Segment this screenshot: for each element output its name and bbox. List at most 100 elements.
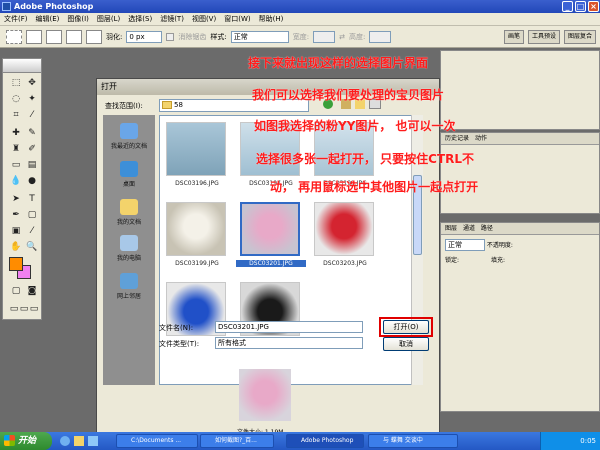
tab-brushes[interactable]: 画笔 [503,29,524,44]
standard-mode-icon[interactable]: ▢ [9,285,23,297]
blend-mode-select[interactable]: 正常 [445,239,485,251]
marquee-preset-icon[interactable] [6,29,22,44]
my-computer-icon [120,235,138,251]
annotation-line-3: 如图我选择的粉YY图片， 也可以一次 [254,119,456,133]
place-label: 桌面 [122,181,135,188]
file-name[interactable]: DSC03196.JPG [162,180,232,187]
menu-view[interactable]: 视图(V) [188,14,220,24]
menu-filter[interactable]: 滤镜(T) [156,14,188,24]
file-thumbnail-selected[interactable] [240,202,300,256]
pen-tool-icon[interactable]: ✒ [9,209,23,221]
width-input[interactable] [313,30,336,43]
minimize-button[interactable]: _ [562,1,573,12]
filetype-label: 文件类型(T): [159,340,200,348]
place-desktop[interactable]: 桌面 [103,161,155,188]
place-network[interactable]: 网上邻居 [103,273,155,300]
style-select[interactable]: 正常 [230,30,289,43]
move-tool-icon[interactable]: ✥ [25,77,39,89]
crop-tool-icon[interactable]: ⌗ [9,109,23,121]
marquee-tool-icon[interactable]: ⬚ [9,77,23,89]
network-icon [120,273,138,289]
place-my-documents[interactable]: 我的文档 [103,199,155,226]
blur-tool-icon[interactable]: 💧 [9,175,23,187]
foreground-color-swatch[interactable] [9,257,23,271]
path-select-icon[interactable]: ➤ [9,193,23,205]
magic-wand-icon[interactable]: ✦ [25,93,39,105]
task-chat[interactable]: 与 蝶舞 交谈中 [368,434,458,448]
menu-help[interactable]: 帮助(H) [255,14,288,24]
lock-label: 锁定: [445,257,460,264]
eyedropper-icon[interactable]: ⁄ [25,225,39,237]
width-label: 宽度: [292,32,310,41]
start-button[interactable]: 开始 [0,432,52,450]
open-button[interactable]: 打开(O) [383,320,429,334]
menu-bar: 文件(F) 编辑(E) 图像(I) 图层(L) 选择(S) 滤镜(T) 视图(V… [0,13,600,26]
task-browser[interactable]: 如何截图?_百... [200,434,274,448]
close-button[interactable]: × [588,1,599,12]
tab-channels[interactable]: 通道 [463,225,475,232]
lasso-tool-icon[interactable]: ◌ [9,93,23,105]
file-thumbnail[interactable] [166,202,226,256]
ie-quicklaunch-icon[interactable] [60,436,70,446]
menu-layer[interactable]: 图层(L) [93,14,124,24]
tab-paths[interactable]: 路径 [481,225,493,232]
gradient-tool-icon[interactable]: ▤ [25,159,39,171]
tab-tool-presets[interactable]: 工具预设 [527,29,560,44]
brush-tool-icon[interactable]: ✎ [25,127,39,139]
add-selection-icon[interactable] [46,29,62,44]
cancel-button[interactable]: 取消 [383,337,429,351]
menu-window[interactable]: 窗口(W) [220,14,254,24]
place-recent[interactable]: 我最近的文档 [103,123,155,150]
file-thumbnail[interactable] [166,122,226,176]
file-thumbnail[interactable] [314,202,374,256]
file-name[interactable]: DSC03199.JPG [162,260,232,267]
healing-brush-icon[interactable]: ✚ [9,127,23,139]
feather-label: 羽化: [106,32,123,41]
tab-actions[interactable]: 动作 [475,135,487,142]
tab-history[interactable]: 历史记录 [445,135,469,142]
clone-stamp-icon[interactable]: ♜ [9,143,23,155]
fill-label: 填充: [490,257,505,264]
tab-layer-comps[interactable]: 图层复合 [563,29,596,44]
screen-mode-3-icon[interactable]: ▭ [27,303,41,315]
menu-select[interactable]: 选择(S) [124,14,156,24]
place-my-computer[interactable]: 我的电脑 [103,235,155,262]
style-label: 样式: [210,32,227,41]
eraser-tool-icon[interactable]: ▭ [9,159,23,171]
menu-edit[interactable]: 编辑(E) [32,14,64,24]
shape-tool-icon[interactable]: ▢ [25,209,39,221]
antialias-checkbox[interactable] [166,32,175,41]
history-brush-icon[interactable]: ✐ [25,143,39,155]
file-name[interactable]: DSC03203.JPG [310,260,380,267]
intersect-selection-icon[interactable] [86,29,102,44]
slice-tool-icon[interactable]: ⁄ [25,109,39,121]
feather-input[interactable]: 0 px [126,30,163,43]
height-label: 高度: [348,32,366,41]
task-photoshop[interactable]: Adobe Photoshop [286,434,364,448]
subtract-selection-icon[interactable] [66,29,82,44]
desktop-quicklaunch-icon[interactable] [88,436,98,446]
type-tool-icon[interactable]: T [25,193,39,205]
quickmask-mode-icon[interactable]: ◙ [25,285,39,297]
dodge-tool-icon[interactable]: ● [25,175,39,187]
windows-logo-icon [4,435,15,446]
hand-tool-icon[interactable]: ✋ [9,241,23,253]
menu-file[interactable]: 文件(F) [0,14,32,24]
notes-tool-icon[interactable]: ▣ [9,225,23,237]
filename-input[interactable]: DSC03201.JPG [215,321,363,333]
new-selection-icon[interactable] [26,29,42,44]
tab-layers[interactable]: 图层 [445,225,457,232]
swap-icon[interactable]: ⇄ [339,33,345,41]
menu-image[interactable]: 图像(I) [63,14,93,24]
folder-quicklaunch-icon[interactable] [74,436,84,446]
height-input[interactable] [369,30,392,43]
place-label: 我最近的文档 [110,143,147,150]
task-explorer[interactable]: C:\Documents ... [116,434,198,448]
filename-label: 文件名(N): [159,324,194,332]
start-label: 开始 [18,436,37,446]
maximize-button[interactable]: □ [575,1,586,12]
file-name-selected[interactable]: DSC03201.JPG [236,260,306,267]
folder-icon [162,101,172,109]
filetype-select[interactable]: 所有格式 [215,337,363,349]
zoom-tool-icon[interactable]: 🔍 [25,241,39,253]
